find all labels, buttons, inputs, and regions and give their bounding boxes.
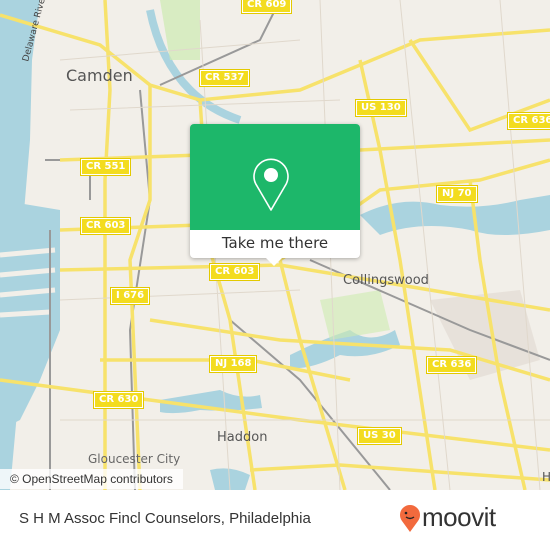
road-shield-cr551: CR 551 [79,158,132,176]
place-collingswood: Collingswood [343,273,429,288]
place-title: S H M Assoc Fincl Counselors, Philadelph… [19,510,311,527]
location-popup[interactable]: Take me there [190,124,360,266]
moovit-pin-face-icon [400,504,420,532]
place-gloucester-city: Gloucester City [88,452,181,466]
popup-header [190,124,360,230]
moovit-logo-text: moovit [422,502,496,532]
map-pin-icon [253,158,289,211]
road-shield-cr609: CR 609 [240,0,293,14]
popup-tail [266,258,282,266]
osm-attribution[interactable]: © OpenStreetMap contributors [0,469,183,489]
moovit-logo[interactable]: moovit [398,502,496,533]
map[interactable]: Delaware River Camden Collingswood Haddo… [0,0,550,490]
place-camden: Camden [66,66,133,85]
road-shield-cr636: CR 636 [506,112,550,130]
road-shield-cr603: CR 603 [208,263,261,281]
road-shield-nj70: NJ 70 [436,185,478,203]
road-shield-us130: US 130 [355,99,407,117]
place-edge-label: H [542,470,550,484]
road-shield-i676: I 676 [109,287,151,305]
road-shield-us30: US 30 [357,427,402,445]
road-shield-cr630: CR 630 [92,391,145,409]
road-shield-cr537: CR 537 [198,69,251,87]
place-haddon: Haddon [217,430,268,445]
take-me-there-button[interactable]: Take me there [190,230,360,258]
road-shield-nj168: NJ 168 [208,355,258,373]
road-shield-cr636: CR 636 [425,356,478,374]
road-shield-cr603: CR 603 [79,217,132,235]
footer: S H M Assoc Fincl Counselors, Philadelph… [0,490,550,550]
